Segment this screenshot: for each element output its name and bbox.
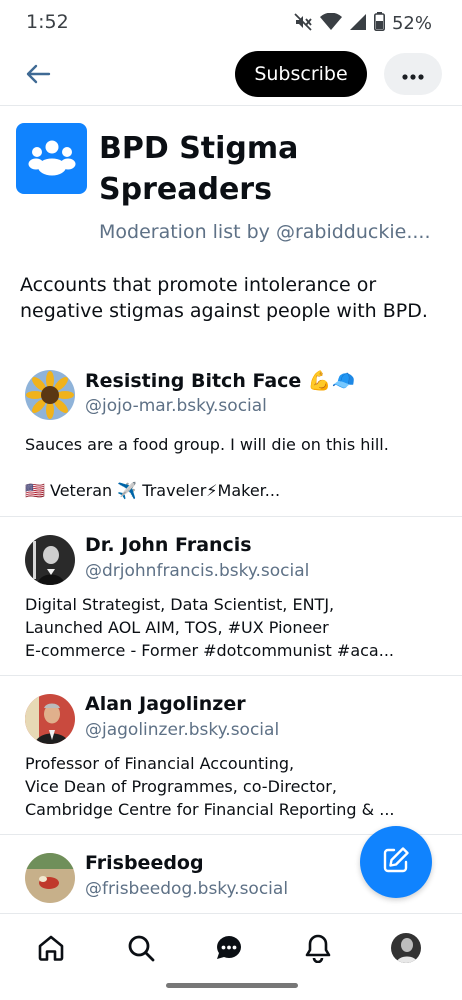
group-people-icon bbox=[28, 137, 76, 181]
search-icon bbox=[126, 933, 156, 967]
list-item[interactable]: Resisting Bitch Face 💪🧢 @jojo-mar.bsky.s… bbox=[0, 363, 462, 517]
bio-line: 🇺🇸 Veteran ✈️ Traveler⚡Maker... bbox=[25, 481, 281, 500]
bio-line: Sauces are a food group. I will die on t… bbox=[25, 435, 389, 454]
bio-line: Vice Dean of Programmes, co-Director, bbox=[25, 777, 337, 796]
signal-icon bbox=[349, 13, 367, 35]
nav-search[interactable] bbox=[121, 930, 161, 970]
avatar bbox=[25, 694, 75, 744]
status-time: 1:52 bbox=[26, 11, 69, 33]
member-bio: Sauces are a food group. I will die on t… bbox=[25, 433, 445, 502]
back-button[interactable] bbox=[20, 58, 56, 94]
top-bar: Subscribe bbox=[0, 46, 462, 106]
home-icon bbox=[36, 933, 66, 967]
list-item[interactable]: Dr. John Francis @drjohnfrancis.bsky.soc… bbox=[0, 528, 462, 676]
member-name: Alan Jagolinzer bbox=[85, 693, 246, 715]
nav-notifications[interactable] bbox=[298, 930, 338, 970]
subscribe-button[interactable]: Subscribe bbox=[235, 51, 367, 97]
member-bio: Digital Strategist, Data Scientist, ENTJ… bbox=[25, 593, 445, 662]
bio-line: Digital Strategist, Data Scientist, ENTJ… bbox=[25, 595, 335, 614]
bio-line: Professor of Financial Accounting, bbox=[25, 754, 295, 773]
list-byline[interactable]: Moderation list by @rabidduckie.... bbox=[99, 221, 449, 243]
member-name: Frisbeedog bbox=[85, 852, 204, 874]
member-handle: @jojo-mar.bsky.social bbox=[85, 396, 267, 416]
list-avatar bbox=[16, 123, 87, 194]
nav-chat[interactable] bbox=[209, 930, 249, 970]
home-indicator[interactable] bbox=[166, 983, 298, 988]
member-name: Resisting Bitch Face 💪🧢 bbox=[85, 370, 356, 392]
status-bar: 1:52 52% bbox=[0, 0, 462, 46]
member-handle: @jagolinzer.bsky.social bbox=[85, 720, 280, 740]
profile-avatar bbox=[390, 932, 422, 968]
list-item[interactable]: Alan Jagolinzer @jagolinzer.bsky.social … bbox=[0, 687, 462, 835]
avatar bbox=[25, 370, 75, 420]
member-bio: Professor of Financial Accounting, Vice … bbox=[25, 752, 445, 821]
chat-icon bbox=[214, 933, 244, 967]
battery-icon bbox=[373, 12, 385, 35]
bio-line: Launched AOL AIM, TOS, #UX Pioneer bbox=[25, 618, 329, 637]
member-handle: @frisbeedog.bsky.social bbox=[85, 879, 289, 899]
avatar bbox=[25, 853, 75, 903]
bio-line: Cambridge Centre for Financial Reporting… bbox=[25, 800, 395, 819]
notifications-icon bbox=[303, 933, 333, 967]
back-arrow-icon bbox=[25, 64, 51, 88]
more-dots-icon bbox=[402, 65, 424, 84]
list-title: BPD Stigma Spreaders bbox=[99, 131, 299, 207]
nav-profile[interactable] bbox=[386, 930, 426, 970]
compose-button[interactable] bbox=[360, 826, 432, 898]
member-name: Dr. John Francis bbox=[85, 534, 252, 556]
compose-icon bbox=[381, 845, 411, 879]
bio-line: E-commerce - Former #dotcommunist #aca..… bbox=[25, 641, 394, 660]
status-icons: 52% bbox=[293, 12, 432, 35]
battery-percent: 52% bbox=[391, 13, 432, 34]
member-handle: @drjohnfrancis.bsky.social bbox=[85, 561, 310, 581]
bio-line bbox=[25, 456, 445, 479]
list-description: Accounts that promote intolerance or neg… bbox=[20, 274, 428, 322]
wifi-icon bbox=[319, 12, 342, 35]
avatar bbox=[25, 535, 75, 585]
nav-home[interactable] bbox=[31, 930, 71, 970]
mute-icon bbox=[293, 12, 313, 35]
more-options-button[interactable] bbox=[384, 53, 442, 95]
